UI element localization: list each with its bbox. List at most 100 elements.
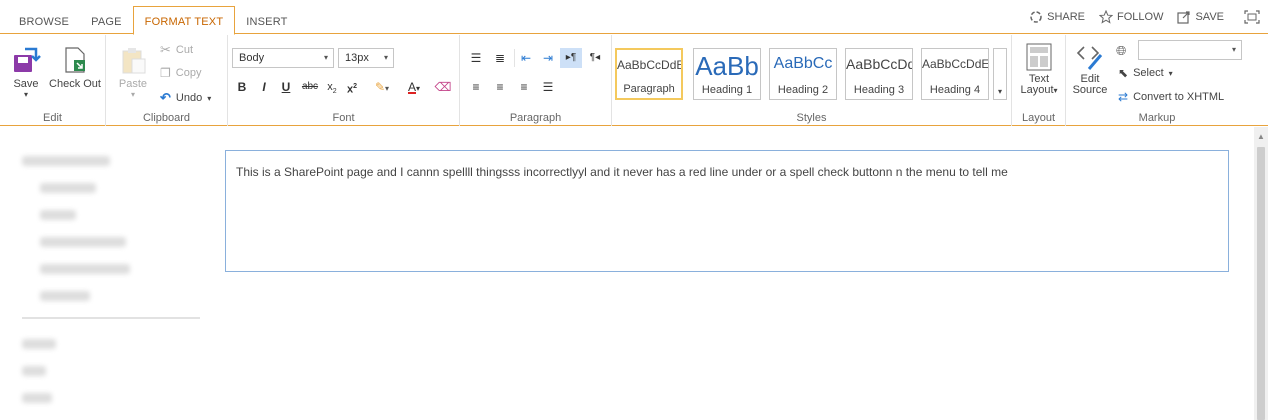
language-icon: 🌐︎ bbox=[1116, 43, 1127, 58]
align-right-icon[interactable]: ≡ bbox=[514, 77, 534, 97]
select-label: Select bbox=[1133, 67, 1164, 79]
share-icon bbox=[1030, 11, 1042, 23]
chevron-down-icon: ▾ bbox=[323, 53, 328, 62]
group-label-layout: Layout bbox=[1021, 112, 1056, 124]
group-label-edit: Edit bbox=[43, 112, 62, 124]
style-sample: AaBbCc bbox=[773, 55, 833, 72]
style-heading-4[interactable]: AaBbCcDdE Heading 4 bbox=[921, 48, 989, 100]
undo-icon: ↶ bbox=[160, 90, 171, 105]
check-out-button[interactable]: Check Out bbox=[48, 45, 102, 90]
group-label-paragraph: Paragraph bbox=[509, 112, 562, 124]
save-page-button[interactable]: SAVE bbox=[1177, 10, 1224, 24]
undo-button[interactable]: ↶ Undo ▾ bbox=[160, 90, 211, 106]
nav-item[interactable] bbox=[22, 339, 56, 349]
style-paragraph[interactable]: AaBbCcDdE Paragraph bbox=[615, 48, 683, 100]
rtl-icon[interactable]: ¶◂ bbox=[584, 48, 606, 68]
tab-browse[interactable]: BROWSE bbox=[8, 6, 80, 34]
chevron-down-icon: ▾ bbox=[130, 90, 135, 99]
cut-label: Cut bbox=[175, 44, 194, 56]
share-button[interactable]: SHARE bbox=[1029, 10, 1085, 24]
nav-item[interactable] bbox=[22, 393, 52, 403]
editor-content: This is a SharePoint page and I cannn sp… bbox=[236, 165, 1008, 179]
edit-source-icon bbox=[1076, 46, 1103, 70]
edit-source-button[interactable]: Edit Source bbox=[1070, 43, 1110, 96]
decrease-indent-icon[interactable]: ⇤ bbox=[516, 48, 536, 68]
align-center-icon[interactable]: ≡ bbox=[490, 77, 510, 97]
chevron-down-icon: ▾ bbox=[1231, 45, 1236, 54]
copy-button[interactable]: ❐ Copy bbox=[160, 66, 201, 80]
select-button[interactable]: ⬉ Select ▾ bbox=[1118, 66, 1173, 80]
vertical-scrollbar[interactable]: ▲ bbox=[1254, 127, 1268, 420]
styles-more-button[interactable]: ▾ bbox=[993, 48, 1007, 100]
save-icon bbox=[1177, 11, 1191, 24]
nav-item[interactable] bbox=[40, 264, 130, 274]
group-markup: Edit Source 🌐︎ ▾ ⬉ Select ▾ ⇄ Convert to… bbox=[1066, 35, 1248, 126]
nav-item[interactable] bbox=[22, 156, 110, 166]
nav-item[interactable] bbox=[40, 210, 76, 220]
align-left-icon[interactable]: ≡ bbox=[466, 77, 486, 97]
save-button[interactable]: Save ▾ bbox=[8, 45, 44, 99]
font-size-select[interactable]: 13px ▾ bbox=[338, 48, 394, 68]
undo-label: Undo bbox=[175, 92, 203, 104]
style-heading-3[interactable]: AaBbCcDd Heading 3 bbox=[845, 48, 913, 100]
nav-item[interactable] bbox=[40, 291, 90, 301]
scissors-icon: ✂ bbox=[160, 42, 171, 57]
chevron-down-icon: ▾ bbox=[997, 87, 1002, 96]
rich-text-editor[interactable]: This is a SharePoint page and I cannn sp… bbox=[225, 150, 1229, 272]
scrollbar-thumb[interactable] bbox=[1257, 147, 1265, 420]
chevron-down-icon: ▾ bbox=[23, 90, 28, 99]
tab-insert[interactable]: INSERT bbox=[235, 6, 298, 34]
group-paragraph: ☰ ≣ ⇤ ⇥ ▸¶ ¶◂ ≡ ≡ ≡ ☰ Paragraph bbox=[460, 35, 612, 126]
strikethrough-icon[interactable]: abc bbox=[299, 77, 321, 97]
check-out-icon bbox=[65, 47, 85, 73]
cursor-icon: ⬉ bbox=[1118, 66, 1129, 80]
subscript-icon[interactable]: x2 bbox=[323, 77, 341, 97]
group-font: Body ▾ 13px ▾ B I U abc x2 x2 ✎▾ A▾ ⌫ Fo… bbox=[228, 35, 460, 126]
ribbon: Save ▾ Check Out Edit Paste ▾ ✂ Cut ❐ Co… bbox=[0, 35, 1268, 126]
style-heading-2[interactable]: AaBbCc Heading 2 bbox=[769, 48, 837, 100]
group-label-markup: Markup bbox=[1138, 112, 1176, 124]
edit-source-label-2: Source bbox=[1072, 84, 1108, 96]
language-select[interactable]: ▾ bbox=[1138, 40, 1242, 60]
scroll-up-icon[interactable]: ▲ bbox=[1257, 132, 1265, 141]
superscript-icon[interactable]: x2 bbox=[343, 77, 361, 97]
style-sample: AaBb bbox=[695, 51, 759, 81]
tab-page[interactable]: PAGE bbox=[80, 6, 133, 34]
follow-button[interactable]: FOLLOW bbox=[1099, 10, 1163, 24]
increase-indent-icon[interactable]: ⇥ bbox=[538, 48, 558, 68]
highlight-color-icon[interactable]: ✎▾ bbox=[368, 77, 396, 97]
convert-xhtml-button[interactable]: ⇄ Convert to XHTML bbox=[1118, 90, 1224, 104]
focus-button[interactable] bbox=[1244, 10, 1260, 24]
underline-icon[interactable]: U bbox=[277, 77, 295, 97]
group-label-styles: Styles bbox=[796, 112, 827, 124]
font-color-icon[interactable]: A▾ bbox=[400, 77, 428, 97]
style-name: Heading 3 bbox=[853, 84, 905, 96]
text-layout-button[interactable]: Text Layout▾ bbox=[1016, 43, 1062, 96]
paste-label: Paste bbox=[118, 78, 148, 90]
font-family-select[interactable]: Body ▾ bbox=[232, 48, 334, 68]
nav-item[interactable] bbox=[40, 237, 126, 247]
tab-format-text[interactable]: FORMAT TEXT bbox=[132, 6, 236, 35]
focus-mode-icon bbox=[1244, 10, 1260, 24]
ltr-icon[interactable]: ▸¶ bbox=[560, 48, 582, 68]
italic-icon[interactable]: I bbox=[255, 77, 273, 97]
bold-icon[interactable]: B bbox=[233, 77, 251, 97]
group-styles: AaBbCcDdE Paragraph AaBb Heading 1 AaBbC… bbox=[612, 35, 1012, 126]
chevron-down-icon: ▾ bbox=[1168, 68, 1173, 78]
nav-item[interactable] bbox=[22, 366, 46, 376]
paste-button[interactable]: Paste ▾ bbox=[114, 45, 152, 99]
style-name: Heading 4 bbox=[929, 84, 981, 96]
group-layout: Text Layout▾ Layout bbox=[1012, 35, 1066, 126]
style-heading-1[interactable]: AaBb Heading 1 bbox=[693, 48, 761, 100]
cut-button[interactable]: ✂ Cut bbox=[160, 42, 193, 58]
nav-item[interactable] bbox=[40, 183, 96, 193]
nav-divider bbox=[22, 317, 200, 319]
bullet-list-icon[interactable]: ☰ bbox=[466, 48, 486, 68]
group-edit: Save ▾ Check Out Edit bbox=[0, 35, 106, 126]
clear-format-icon[interactable]: ⌫ bbox=[434, 77, 452, 97]
numbered-list-icon[interactable]: ≣ bbox=[490, 48, 510, 68]
copy-label: Copy bbox=[175, 67, 202, 79]
font-size-value: 13px bbox=[345, 52, 369, 64]
justify-icon[interactable]: ☰ bbox=[538, 77, 558, 97]
chevron-down-icon: ▾ bbox=[383, 53, 388, 62]
